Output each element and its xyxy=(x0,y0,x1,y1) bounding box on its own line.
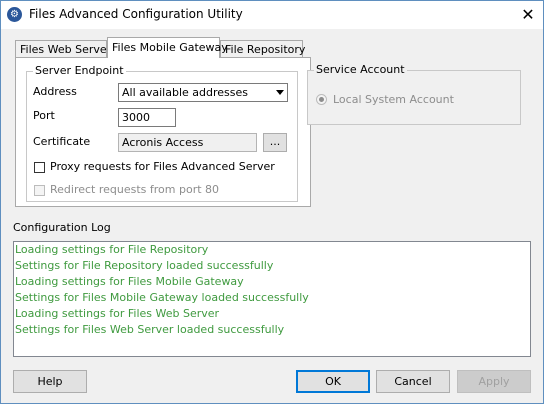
gear-icon: ⚙ xyxy=(7,7,22,22)
server-endpoint-group: Server Endpoint Address All available ad… xyxy=(26,64,298,202)
tab-file-repository[interactable]: File Repository xyxy=(220,40,306,58)
certificate-field: Acronis Access xyxy=(118,133,257,152)
log-line: Settings for Files Web Server loaded suc… xyxy=(15,323,285,336)
window-title: Files Advanced Configuration Utility xyxy=(29,7,243,21)
help-button[interactable]: Help xyxy=(13,370,87,393)
apply-button[interactable]: Apply xyxy=(457,370,531,393)
tab-files-mobile-gateway[interactable]: Files Mobile Gateway xyxy=(107,37,228,58)
proxy-label: Proxy requests for Files Advanced Server xyxy=(50,160,275,173)
tab-label: File Repository xyxy=(225,43,306,56)
log-line: Loading settings for Files Mobile Gatewa… xyxy=(15,275,244,288)
cancel-button[interactable]: Cancel xyxy=(376,370,450,393)
tab-files-web-server[interactable]: Files Web Server xyxy=(15,40,111,58)
tab-panel: Server Endpoint Address All available ad… xyxy=(15,57,311,207)
local-system-label: Local System Account xyxy=(333,93,454,106)
dialog-window: ⚙ Files Advanced Configuration Utility ✕… xyxy=(0,0,544,404)
address-dropdown[interactable]: All available addresses xyxy=(118,83,288,102)
group-title: Service Account xyxy=(314,63,407,77)
service-account-group: Service Account Local System Account xyxy=(307,63,521,125)
ok-button[interactable]: OK xyxy=(296,370,370,393)
tab-label: Files Mobile Gateway xyxy=(112,41,228,54)
tab-label: Files Web Server xyxy=(20,43,112,56)
config-log-label: Configuration Log xyxy=(13,221,111,234)
title-bar[interactable]: ⚙ Files Advanced Configuration Utility ✕ xyxy=(1,1,543,29)
address-label: Address xyxy=(33,85,77,98)
port-label: Port xyxy=(33,109,55,122)
group-title: Server Endpoint xyxy=(33,64,126,78)
proxy-checkbox[interactable] xyxy=(34,162,45,173)
log-line: Loading settings for File Repository xyxy=(15,243,209,256)
chevron-down-icon xyxy=(276,90,284,95)
redirect-checkbox[interactable] xyxy=(34,185,45,196)
browse-certificate-button[interactable]: ... xyxy=(263,133,287,152)
address-value: All available addresses xyxy=(122,86,248,99)
port-input[interactable]: 3000 xyxy=(118,108,176,127)
log-line: Settings for Files Mobile Gateway loaded… xyxy=(15,291,309,304)
local-system-radio[interactable] xyxy=(316,94,327,105)
certificate-label: Certificate xyxy=(33,135,91,148)
log-line: Settings for File Repository loaded succ… xyxy=(15,259,274,272)
radio-selected-dot xyxy=(319,97,324,102)
redirect-label: Redirect requests from port 80 xyxy=(50,183,220,196)
config-log-box[interactable]: Loading settings for File Repository Set… xyxy=(13,241,531,357)
log-line: Loading settings for Files Web Server xyxy=(15,307,220,320)
close-button[interactable]: ✕ xyxy=(513,1,543,29)
